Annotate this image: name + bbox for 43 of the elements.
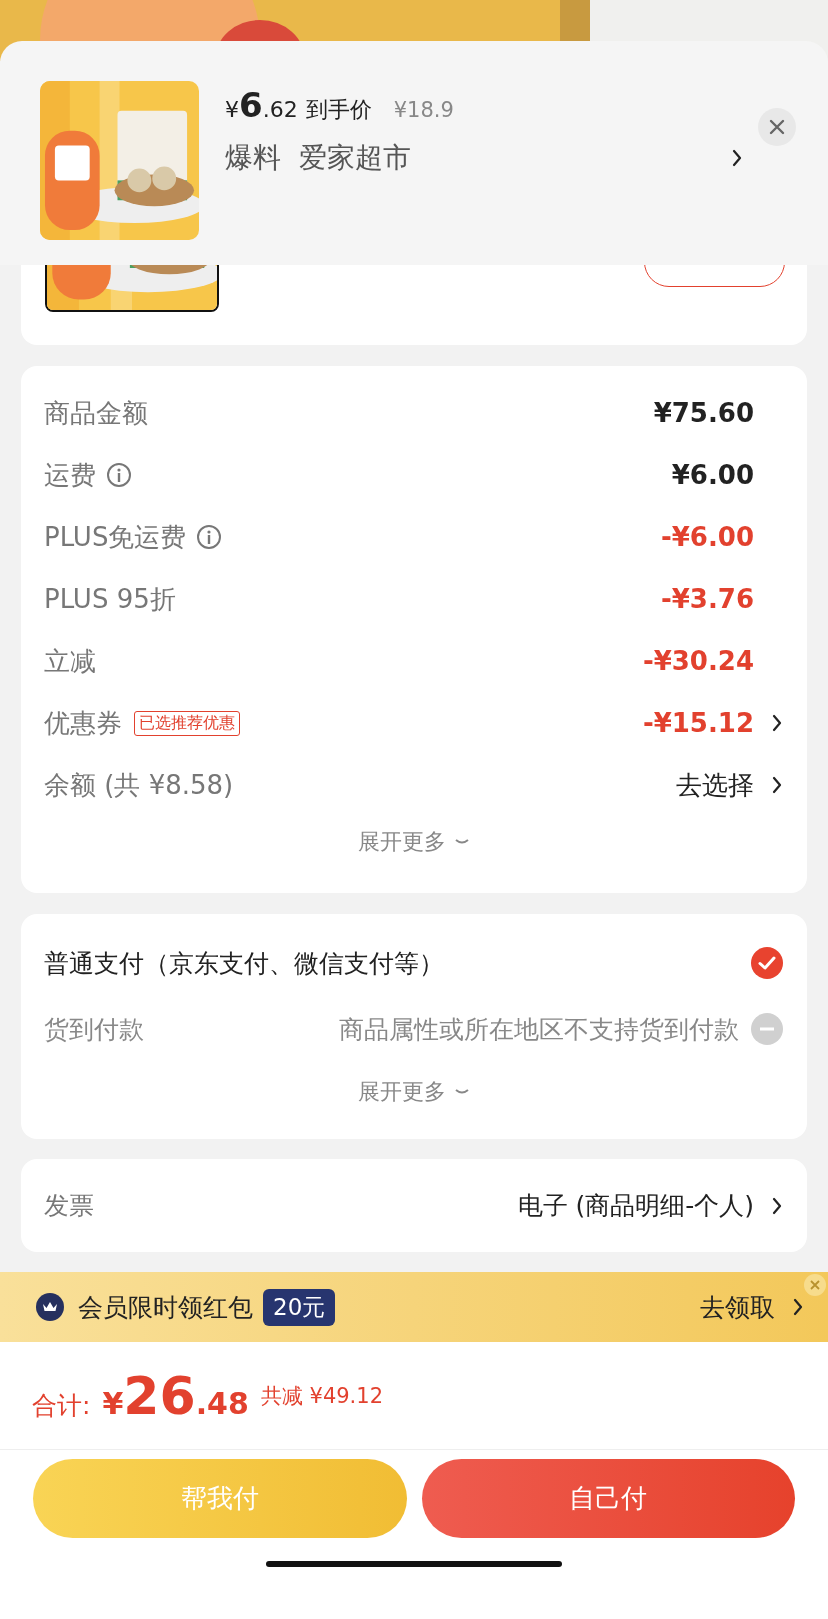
- row-label: 余额 (共 ¥8.58): [44, 768, 234, 802]
- store-name[interactable]: 爱家超市: [299, 139, 696, 177]
- deal-tag: 爆料: [225, 139, 281, 177]
- row-value: -¥30.24: [642, 646, 754, 676]
- original-price: ¥18.9: [393, 98, 454, 122]
- invoice-label: 发票: [44, 1190, 94, 1222]
- expand-more-button[interactable]: 展开更多: [21, 1062, 807, 1122]
- payment-note: 商品属性或所在地区不支持货到付款: [338, 1013, 739, 1046]
- chevron-icon: [732, 149, 742, 167]
- coupon-tag: 已选推荐优惠: [134, 710, 240, 736]
- check-icon[interactable]: [751, 947, 783, 979]
- saved-amount: 共减 ¥49.12: [260, 1382, 383, 1410]
- row-value: ¥75.60: [653, 398, 754, 428]
- invoice-value[interactable]: 电子 (商品明细-个人): [517, 1189, 754, 1222]
- row-value: -¥3.76: [660, 584, 754, 614]
- close-button[interactable]: [758, 108, 796, 146]
- pay-button[interactable]: 自己付: [421, 1459, 795, 1538]
- chevron-icon: [793, 1298, 803, 1316]
- price-label: 到手价: [305, 96, 372, 124]
- row-value: -¥15.12: [642, 708, 754, 738]
- deal-price: ¥6.62: [225, 85, 298, 125]
- row-value: ¥6.00: [671, 460, 754, 490]
- row-label: 运费: [44, 458, 96, 492]
- chevron-icon: [772, 1196, 782, 1215]
- row-label: 立减: [44, 644, 96, 678]
- payment-option[interactable]: 普通支付（京东支付、微信支付等）: [44, 946, 444, 980]
- chevron-down-icon: [454, 837, 470, 846]
- claim-link[interactable]: 去领取: [700, 1290, 775, 1324]
- row-label: 优惠券: [44, 706, 122, 740]
- row-label: PLUS 95折: [44, 582, 176, 616]
- chevron-down-icon: [454, 1088, 470, 1096]
- close-icon: [769, 119, 785, 135]
- crown-icon: [36, 1293, 64, 1321]
- total-price: 合计: ¥26.48: [32, 1365, 249, 1426]
- amount-badge: 20元: [263, 1288, 336, 1326]
- row-label: PLUS免运费: [44, 520, 187, 554]
- expand-more-button[interactable]: 展开更多: [21, 816, 807, 867]
- row-label: 商品金额: [44, 396, 148, 430]
- promo-text: 会员限时领红包: [78, 1291, 253, 1324]
- info-icon[interactable]: [196, 524, 223, 550]
- row-value[interactable]: 去选择: [676, 767, 754, 803]
- row-value: -¥6.00: [660, 522, 754, 552]
- info-icon[interactable]: [106, 462, 132, 488]
